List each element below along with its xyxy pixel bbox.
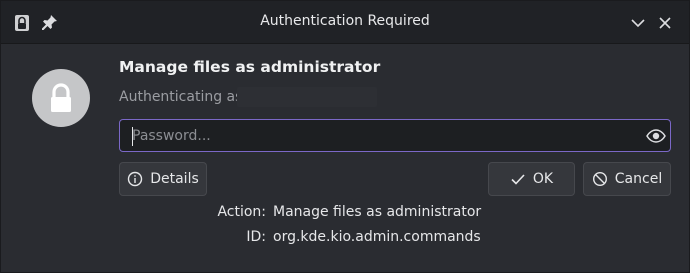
- ok-button[interactable]: OK: [488, 162, 575, 196]
- authentication-dialog: Authentication Required Manage files as …: [0, 0, 690, 273]
- window-title: Authentication Required: [260, 13, 430, 29]
- details-label: Details: [150, 171, 199, 187]
- details-button[interactable]: Details: [119, 162, 207, 196]
- dialog-heading: Manage files as administrator: [119, 58, 381, 76]
- eye-icon[interactable]: [646, 127, 666, 145]
- check-icon: [511, 174, 525, 185]
- redacted-username: [237, 87, 377, 107]
- password-field[interactable]: [119, 119, 671, 152]
- cancel-label: Cancel: [614, 171, 663, 187]
- ok-label: OK: [532, 171, 554, 187]
- action-value: Manage files as administrator: [273, 204, 482, 220]
- cancel-button[interactable]: Cancel: [583, 162, 671, 196]
- password-input[interactable]: [132, 120, 632, 151]
- id-value: org.kde.kio.admin.commands: [273, 229, 481, 245]
- title-bar: Authentication Required: [1, 1, 689, 44]
- avatar: [32, 69, 90, 127]
- action-key: Action:: [217, 204, 266, 220]
- authenticating-as-label: Authenticating as: [119, 89, 243, 105]
- chevron-down-icon[interactable]: [629, 14, 647, 32]
- cancel-icon: [592, 171, 607, 187]
- id-key: ID:: [246, 229, 266, 245]
- close-icon[interactable]: [656, 14, 674, 32]
- info-icon: [128, 171, 143, 187]
- lock-icon: [51, 83, 71, 112]
